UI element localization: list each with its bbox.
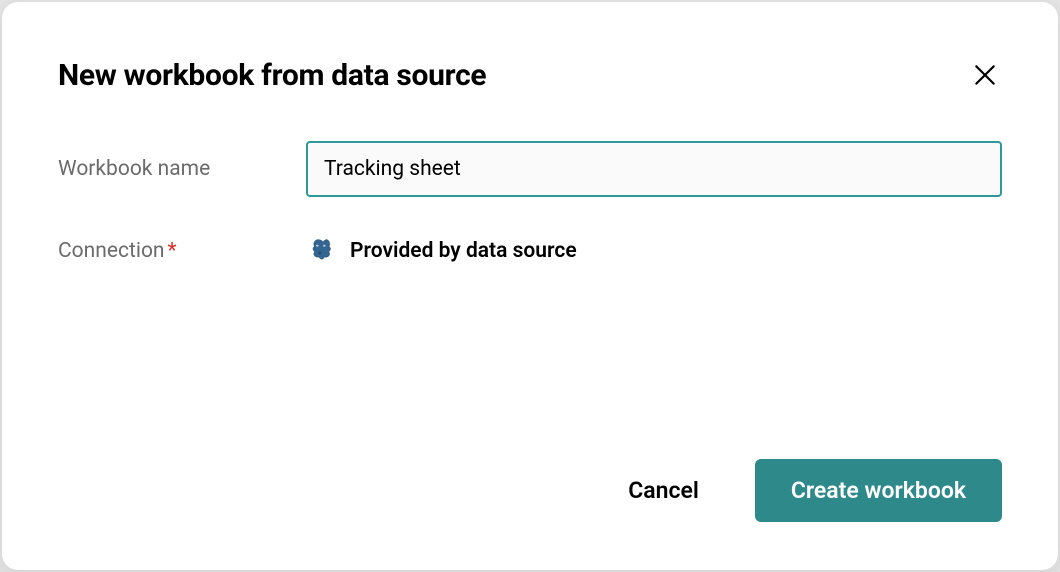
workbook-name-input[interactable] [306, 141, 1002, 197]
connection-label: Connection* [58, 239, 306, 263]
required-indicator: * [168, 239, 177, 263]
connection-value: Provided by data source [306, 237, 577, 265]
workbook-name-label: Workbook name [58, 157, 306, 181]
create-workbook-button[interactable]: Create workbook [755, 459, 1002, 522]
close-button[interactable] [968, 58, 1002, 92]
workbook-name-row: Workbook name [58, 141, 1002, 197]
cancel-button[interactable]: Cancel [612, 465, 715, 516]
postgresql-icon [306, 237, 334, 265]
modal-title: New workbook from data source [58, 58, 486, 93]
new-workbook-modal: New workbook from data source Workbook n… [2, 2, 1058, 570]
modal-header: New workbook from data source [58, 58, 1002, 93]
modal-footer: Cancel Create workbook [58, 459, 1002, 522]
connection-text: Provided by data source [350, 239, 577, 263]
connection-row: Connection* Provided by data source [58, 237, 1002, 265]
close-icon [972, 62, 998, 88]
